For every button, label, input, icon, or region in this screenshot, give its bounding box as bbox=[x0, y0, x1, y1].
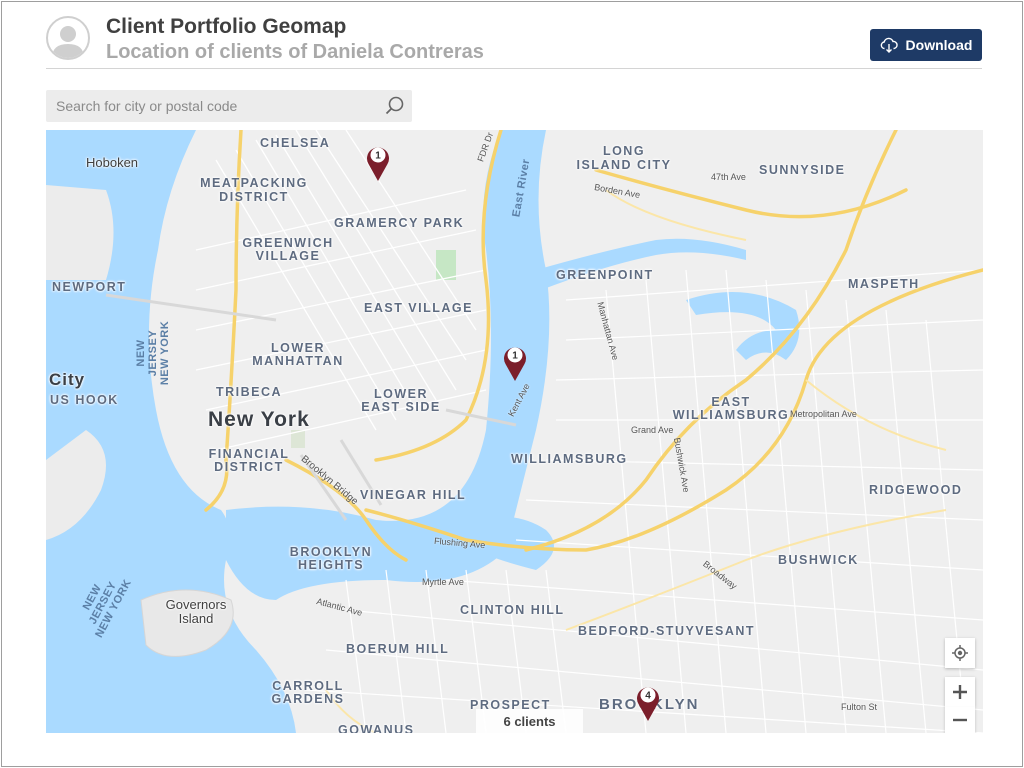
search-input[interactable] bbox=[46, 90, 376, 122]
download-button[interactable]: Download bbox=[870, 29, 982, 61]
marker-count: 4 bbox=[645, 691, 651, 702]
hood-tribeca: TRIBECA bbox=[216, 385, 283, 399]
hood-sunnyside: SUNNYSIDE bbox=[759, 163, 846, 177]
page-frame: Client Portfolio Geomap Location of clie… bbox=[1, 1, 1023, 767]
hood-meatpacking: MEATPACKING DISTRICT bbox=[200, 176, 308, 204]
street-47th-ave: 47th Ave bbox=[711, 172, 746, 182]
hood-williamsburg: WILLIAMSBURG bbox=[511, 452, 628, 466]
cloud-download-icon bbox=[880, 37, 898, 53]
map-base bbox=[46, 130, 983, 733]
street-fulton-st: Fulton St bbox=[841, 702, 878, 712]
marker-count: 1 bbox=[375, 151, 381, 162]
hood-greenpoint: GREENPOINT bbox=[556, 268, 654, 282]
client-marker-gramercy[interactable]: 1 bbox=[365, 142, 391, 182]
hood-ridgewood: RIDGEWOOD bbox=[869, 483, 963, 497]
page-subtitle: Location of clients of Daniela Contreras bbox=[106, 41, 484, 63]
marker-count: 1 bbox=[512, 351, 518, 362]
hood-gramercy-park: GRAMERCY PARK bbox=[334, 216, 465, 230]
download-label: Download bbox=[905, 37, 973, 53]
search-icon[interactable] bbox=[384, 95, 406, 117]
hood-greenwich-village: GREENWICH VILLAGE bbox=[242, 236, 334, 263]
my-location-button[interactable] bbox=[945, 638, 975, 668]
hood-east-williamsburg: EAST WILLIAMSBURG bbox=[672, 395, 790, 422]
client-marker-brooklyn[interactable]: 4 bbox=[635, 682, 661, 722]
city-label-city: City bbox=[49, 370, 86, 389]
map-view[interactable]: East River NEW JERSEY NEW YORK NEW JERSE… bbox=[46, 130, 983, 733]
avatar bbox=[46, 16, 90, 60]
hood-chelsea: CHELSEA bbox=[260, 136, 331, 150]
city-label-new-york: New York bbox=[208, 408, 310, 431]
hood-brooklyn-heights: BROOKLYN HEIGHTS bbox=[289, 545, 373, 572]
client-count-badge: 6 clients bbox=[476, 709, 583, 733]
hood-lower-east-side: LOWER EAST SIDE bbox=[361, 387, 441, 414]
user-silhouette-icon bbox=[52, 26, 84, 58]
hood-vinegar-hill: VINEGAR HILL bbox=[360, 488, 467, 502]
street-grand-st: Grand Ave bbox=[631, 425, 674, 435]
plus-icon bbox=[953, 685, 967, 699]
hood-clinton-hill: CLINTON HILL bbox=[460, 603, 565, 617]
hood-bushwick: BUSHWICK bbox=[778, 553, 859, 567]
street-myrtle-ave: Myrtle Ave bbox=[422, 577, 464, 587]
hood-bedford-stuyvesant: BEDFORD-STUYVESANT bbox=[578, 624, 756, 638]
hood-us-hook: US HOOK bbox=[50, 393, 119, 407]
page-title: Client Portfolio Geomap bbox=[106, 15, 347, 38]
search-box bbox=[46, 90, 412, 122]
minus-icon bbox=[953, 718, 967, 722]
hood-east-village: EAST VILLAGE bbox=[364, 301, 473, 315]
hood-newport: NEWPORT bbox=[52, 280, 127, 294]
water-label-nj-ny: NEW JERSEY NEW YORK bbox=[135, 320, 171, 386]
hood-maspeth: MASPETH bbox=[848, 277, 920, 291]
locate-icon bbox=[952, 645, 968, 661]
hood-boerum-hill: BOERUM HILL bbox=[346, 642, 450, 656]
client-marker-williamsburg[interactable]: 1 bbox=[502, 342, 528, 382]
poi-hoboken: Hoboken bbox=[86, 155, 139, 170]
hood-carroll-gardens: CARROLL GARDENS bbox=[271, 679, 345, 706]
zoom-in-button[interactable] bbox=[945, 677, 975, 707]
zoom-out-button[interactable] bbox=[945, 707, 975, 733]
hood-long-island-city: LONG ISLAND CITY bbox=[576, 144, 672, 172]
page-header: Client Portfolio Geomap Location of clie… bbox=[46, 14, 982, 69]
hood-financial-district: FINANCIAL DISTRICT bbox=[208, 447, 290, 474]
hood-lower-manhattan: LOWER MANHATTAN bbox=[252, 341, 344, 368]
poi-governors-island: Governors Island bbox=[165, 597, 227, 626]
hood-gowanus: GOWANUS bbox=[338, 723, 415, 733]
street-metropolitan-ave: Metropolitan Ave bbox=[790, 409, 857, 419]
